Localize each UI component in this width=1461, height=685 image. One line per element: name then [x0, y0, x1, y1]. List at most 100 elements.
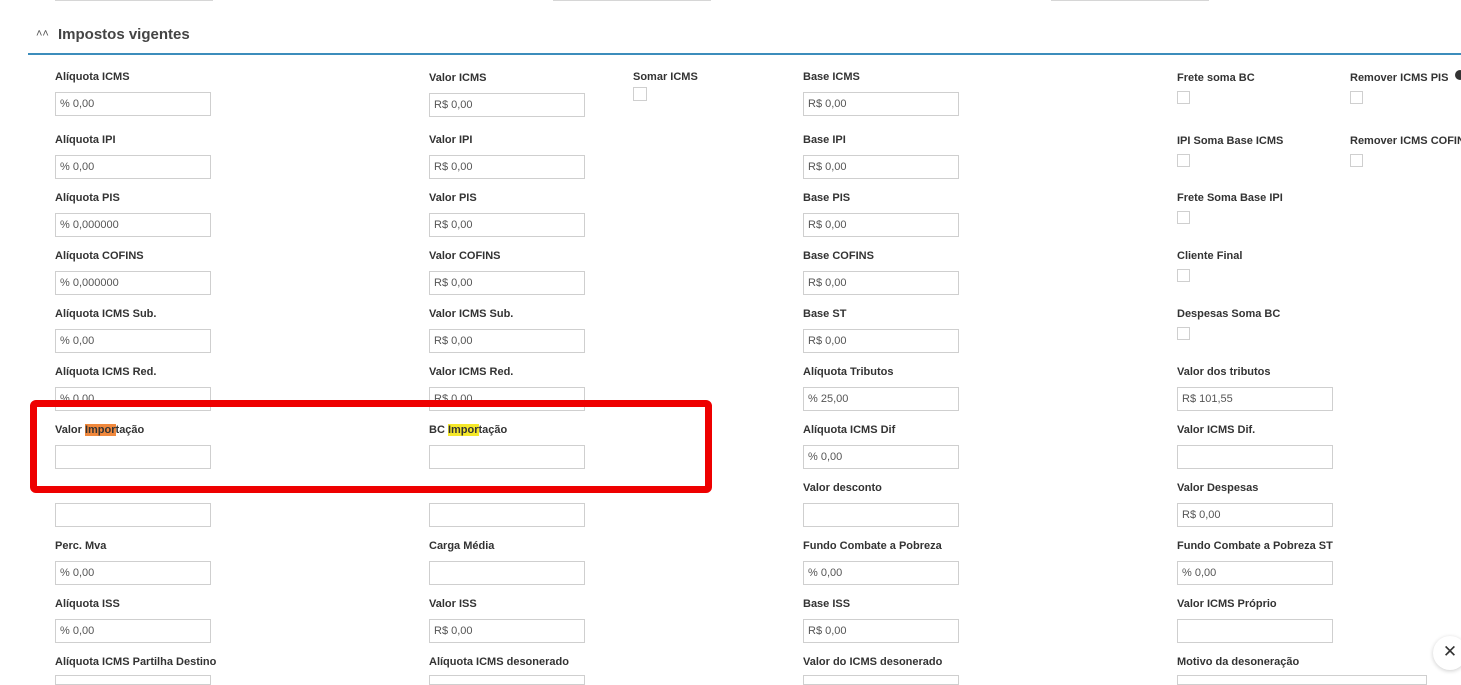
field-label: Alíquota ICMS Dif: [803, 424, 896, 436]
field-label: Valor PIS: [429, 192, 477, 204]
field-label: Carga Média: [429, 540, 495, 552]
cliente-final-checkbox[interactable]: [1177, 269, 1190, 282]
field-valor-cofins: Valor COFINS R$ 0,00: [429, 249, 585, 295]
field-carga-media: Carga Média: [429, 539, 585, 585]
aliquota-pis-input[interactable]: % 0,000000: [55, 213, 211, 237]
field-valor-ipi: Valor IPI R$ 0,00: [429, 133, 585, 179]
field-label: Despesas Soma BC: [1177, 308, 1281, 320]
field-label: Alíquota ICMS Sub.: [55, 308, 157, 320]
top-input-1[interactable]: [55, 0, 213, 1]
field-valor-icms-sub: Valor ICMS Sub. R$ 0,00: [429, 307, 585, 353]
aliquota-icms-sub-input[interactable]: % 0,00: [55, 329, 211, 353]
field-base-pis: Base PIS R$ 0,00: [803, 191, 959, 237]
field-base-ipi: Base IPI R$ 0,00: [803, 133, 959, 179]
field-label: Frete Soma Base IPI: [1177, 192, 1283, 204]
field-label: Alíquota Tributos: [803, 366, 894, 378]
section-header[interactable]: ˄˄ Impostos vigentes: [28, 24, 1461, 55]
field-valor-despesas: Valor Despesas R$ 0,00: [1177, 481, 1333, 527]
field-aliquota-icms-dif: Alíquota ICMS Dif % 0,00: [803, 423, 959, 469]
frete-soma-base-ipi-checkbox[interactable]: [1177, 211, 1190, 224]
base-cofins-input[interactable]: R$ 0,00: [803, 271, 959, 295]
aliquota-cofins-input[interactable]: % 0,000000: [55, 271, 211, 295]
field-label: Alíquota ICMS desonerado: [429, 656, 569, 668]
field-somar-icms: Somar ICMS: [633, 70, 698, 101]
field-perc-mva: Perc. Mva % 0,00: [55, 539, 211, 585]
chevron-double-up-icon[interactable]: ˄˄: [36, 28, 49, 40]
despesas-soma-bc-checkbox[interactable]: [1177, 327, 1190, 340]
fundo-combate-pobreza-st-input[interactable]: % 0,00: [1177, 561, 1333, 585]
close-icon[interactable]: ✕: [1433, 636, 1461, 670]
field-remover-icms-cofins: Remover ICMS COFIN: [1350, 134, 1461, 167]
valor-dos-tributos-input[interactable]: R$ 101,55: [1177, 387, 1333, 411]
field-label: Valor ISS: [429, 598, 477, 610]
perc-mva-input[interactable]: % 0,00: [55, 561, 211, 585]
ipi-soma-base-icms-checkbox[interactable]: [1177, 154, 1190, 167]
field-label: Valor ICMS Dif.: [1177, 424, 1256, 436]
aliquota-icms-partilha-destino-input[interactable]: [55, 675, 211, 685]
field-valor-pis: Valor PIS R$ 0,00: [429, 191, 585, 237]
field-valor-icms-desonerado: Valor do ICMS desonerado: [803, 655, 959, 685]
field-label: Valor dos tributos: [1177, 366, 1271, 378]
top-input-3[interactable]: [1051, 0, 1209, 1]
valor-pis-input[interactable]: R$ 0,00: [429, 213, 585, 237]
motivo-desoneracao-select[interactable]: [1177, 675, 1427, 685]
valor-cofins-input[interactable]: R$ 0,00: [429, 271, 585, 295]
field-label: Remover ICMS COFIN: [1350, 135, 1461, 147]
field-label: Base COFINS: [803, 250, 874, 262]
field-aliquota-iss: Alíquota ISS % 0,00: [55, 597, 211, 643]
field-label: Base IPI: [803, 134, 846, 146]
aliquota-iss-input[interactable]: % 0,00: [55, 619, 211, 643]
field-valor-icms-dif: Valor ICMS Dif.: [1177, 423, 1333, 469]
frete-soma-bc-checkbox[interactable]: [1177, 91, 1190, 104]
field-aliquota-tributos: Alíquota Tributos % 25,00: [803, 365, 959, 411]
hidden-1-input[interactable]: [55, 503, 211, 527]
field-base-st: Base ST R$ 0,00: [803, 307, 959, 353]
field-valor-dos-tributos: Valor dos tributos R$ 101,55: [1177, 365, 1333, 411]
valor-icms-sub-input[interactable]: R$ 0,00: [429, 329, 585, 353]
field-base-cofins: Base COFINS R$ 0,00: [803, 249, 959, 295]
aliquota-icms-input[interactable]: % 0,00: [55, 92, 211, 116]
field-remover-icms-pis: Remover ICMS PIS: [1350, 71, 1448, 104]
field-label: Base ISS: [803, 598, 851, 610]
field-base-iss: Base ISS R$ 0,00: [803, 597, 959, 643]
field-label: Valor do ICMS desonerado: [803, 656, 943, 668]
top-input-2[interactable]: [553, 0, 711, 1]
carga-media-input[interactable]: [429, 561, 585, 585]
base-icms-input[interactable]: R$ 0,00: [803, 92, 959, 116]
valor-ipi-input[interactable]: R$ 0,00: [429, 155, 585, 179]
info-icon[interactable]: [1455, 70, 1461, 80]
field-label: Remover ICMS PIS: [1350, 72, 1449, 84]
aliquota-tributos-input[interactable]: % 25,00: [803, 387, 959, 411]
valor-icms-desonerado-input[interactable]: [803, 675, 959, 685]
base-iss-input[interactable]: R$ 0,00: [803, 619, 959, 643]
somar-icms-checkbox[interactable]: [633, 87, 647, 101]
field-fundo-combate-pobreza-st: Fundo Combate a Pobreza ST % 0,00: [1177, 539, 1333, 585]
valor-icms-dif-input[interactable]: [1177, 445, 1333, 469]
field-label: Alíquota COFINS: [55, 250, 144, 262]
field-label: Valor ICMS: [429, 72, 487, 84]
field-aliquota-icms-partilha-destino: Alíquota ICMS Partilha Destino: [55, 655, 216, 685]
aliquota-ipi-input[interactable]: % 0,00: [55, 155, 211, 179]
field-despesas-soma-bc: Despesas Soma BC: [1177, 307, 1280, 340]
base-ipi-input[interactable]: R$ 0,00: [803, 155, 959, 179]
valor-icms-proprio-input[interactable]: [1177, 619, 1333, 643]
aliquota-icms-dif-input[interactable]: % 0,00: [803, 445, 959, 469]
valor-icms-input[interactable]: R$ 0,00: [429, 93, 585, 117]
hidden-2-input[interactable]: [429, 503, 585, 527]
valor-desconto-input[interactable]: [803, 503, 959, 527]
fundo-combate-pobreza-input[interactable]: % 0,00: [803, 561, 959, 585]
valor-iss-input[interactable]: R$ 0,00: [429, 619, 585, 643]
field-aliquota-icms-desonerado: Alíquota ICMS desonerado: [429, 655, 585, 685]
field-valor-desconto: Valor desconto: [803, 481, 959, 527]
field-label: Valor Despesas: [1177, 482, 1259, 494]
remover-icms-pis-checkbox[interactable]: [1350, 91, 1363, 104]
field-fundo-combate-pobreza: Fundo Combate a Pobreza % 0,00: [803, 539, 959, 585]
base-pis-input[interactable]: R$ 0,00: [803, 213, 959, 237]
field-label: Fundo Combate a Pobreza ST: [1177, 540, 1333, 552]
field-aliquota-cofins: Alíquota COFINS % 0,000000: [55, 249, 211, 295]
aliquota-icms-desonerado-input[interactable]: [429, 675, 585, 685]
remover-icms-cofins-checkbox[interactable]: [1350, 154, 1363, 167]
valor-despesas-input[interactable]: R$ 0,00: [1177, 503, 1333, 527]
base-st-input[interactable]: R$ 0,00: [803, 329, 959, 353]
field-frete-soma-bc: Frete soma BC: [1177, 71, 1255, 104]
